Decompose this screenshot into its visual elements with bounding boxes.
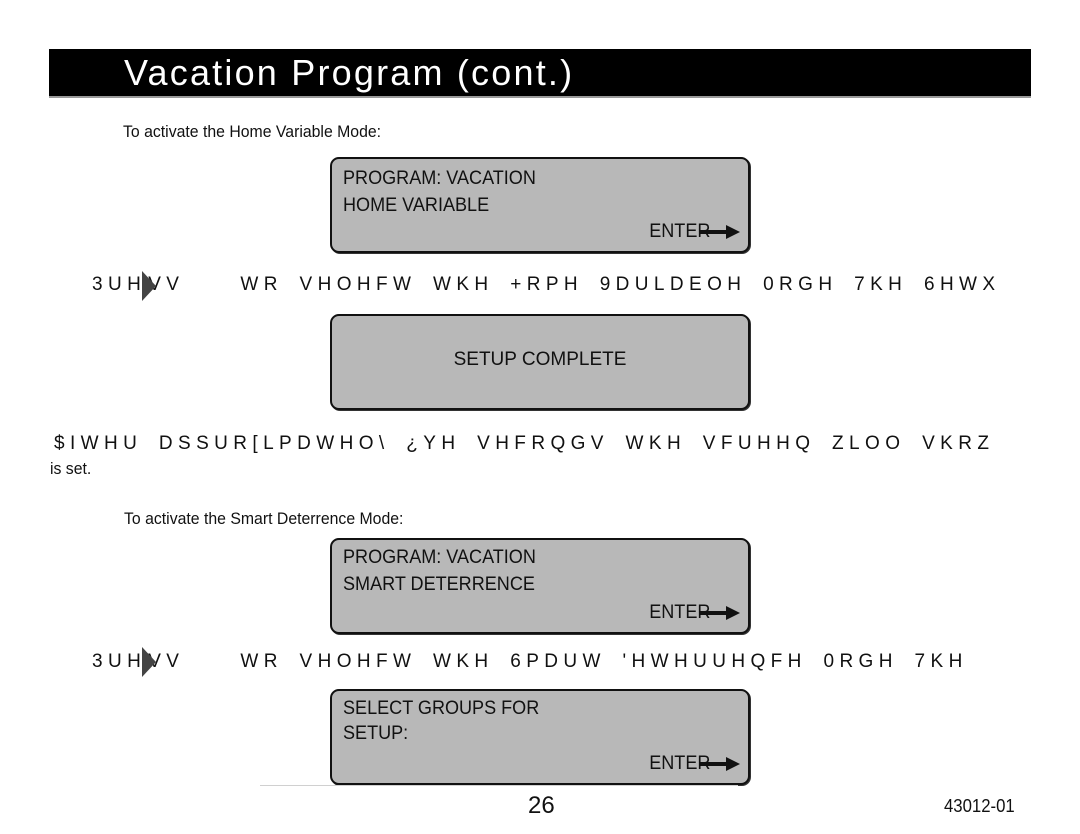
press-prefix: 3UH	[92, 651, 147, 672]
after-instruction-text: $IWHU DSSUR[LPDWHO\ ¿YH VHFRQGV WKH VFUH…	[54, 433, 995, 454]
page-title-bar: Vacation Program (cont.)	[49, 49, 1031, 98]
after-continued-text: is set.	[50, 459, 92, 478]
enter-label: ENTER	[648, 753, 710, 774]
smart-deterrence-intro: To activate the Smart Deterrence Mode:	[124, 509, 404, 528]
lcd-line-2: SMART DETERRENCE	[343, 574, 535, 595]
enter-label: ENTER	[648, 221, 710, 242]
page-number: 26	[528, 792, 555, 819]
lcd-enter-prompt: ENTER	[646, 753, 740, 775]
enter-label: ENTER	[648, 602, 710, 623]
right-triangle-icon	[142, 271, 156, 301]
page-title: Vacation Program (cont.)	[124, 52, 575, 93]
instruction-text: WR VHOHFW WKH 6PDUW 'HWHUUHQFH 0RGH 7KH	[240, 651, 968, 672]
lcd-enter-prompt: ENTER	[646, 602, 740, 624]
press-instruction-smart-deterrence: 3UH VV WR VHOHFW WKH 6PDUW 'HWHUUHQFH 0RGH…	[92, 651, 968, 673]
press-instruction-home-variable: 3UH VV WR VHOHFW WKH +RPH 9DULDEOH 0RGH 7K…	[92, 274, 1000, 296]
document-number: 43012-01	[944, 796, 1015, 816]
lcd-display-home-variable: PROGRAM: VACATION HOME VARIABLE ENTER	[330, 157, 750, 253]
lcd-line-1: PROGRAM: VACATION	[343, 168, 536, 189]
lcd-line-2: SETUP:	[343, 723, 409, 744]
press-prefix: 3UH	[92, 274, 147, 295]
footer-divider	[260, 785, 738, 786]
lcd-display-setup-complete: SETUP COMPLETE	[330, 314, 750, 410]
lcd-display-select-groups: SELECT GROUPS FOR SETUP: ENTER	[330, 689, 750, 785]
lcd-line-1: SELECT GROUPS FOR	[343, 698, 540, 719]
lcd-line-1: PROGRAM: VACATION	[343, 547, 536, 568]
lcd-enter-prompt: ENTER	[646, 221, 740, 243]
lcd-display-smart-deterrence: PROGRAM: VACATION SMART DETERRENCE ENTER	[330, 538, 750, 634]
home-variable-intro: To activate the Home Variable Mode:	[123, 122, 382, 141]
right-triangle-icon	[142, 647, 156, 677]
lcd-line-2: HOME VARIABLE	[343, 195, 490, 216]
lcd-line-1: SETUP COMPLETE	[453, 349, 627, 370]
instruction-text: WR VHOHFW WKH +RPH 9DULDEOH 0RGH 7KH 6HW…	[240, 274, 1001, 295]
